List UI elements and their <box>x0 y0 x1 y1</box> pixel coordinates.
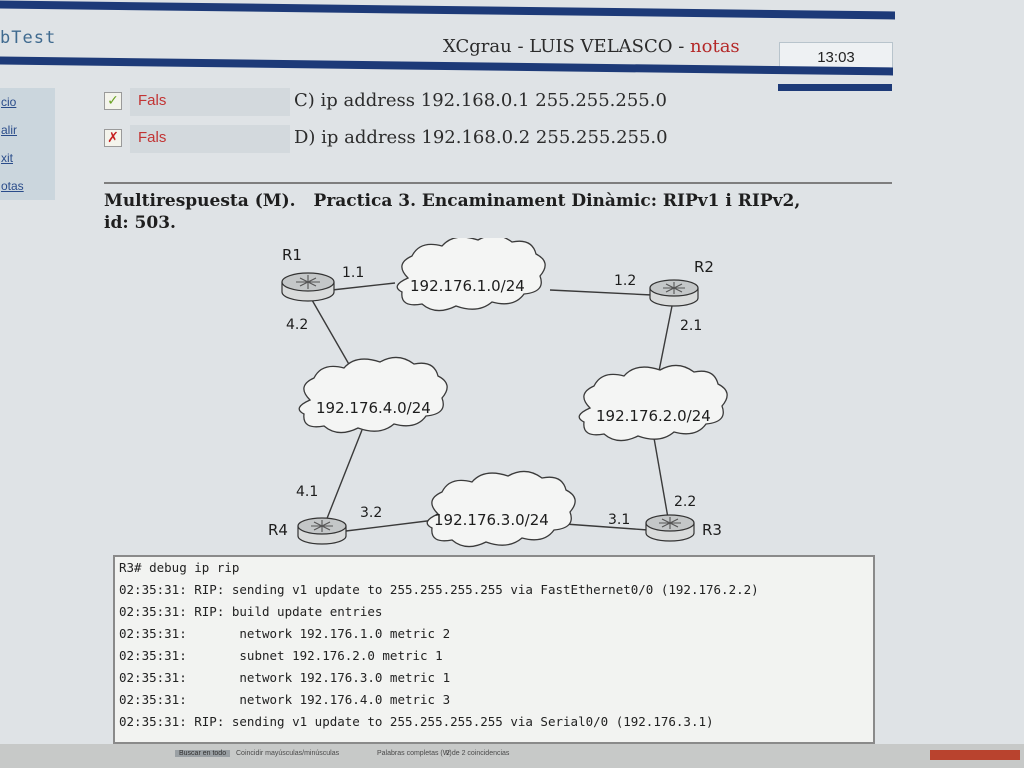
router-label-r3: R3 <box>702 521 722 539</box>
interface-label: 4.2 <box>286 317 308 333</box>
network-label-1: 192.176.1.0/24 <box>410 277 525 295</box>
router-label-r1: R1 <box>282 246 302 264</box>
interface-label: 4.1 <box>296 484 318 500</box>
sidebar-item-exit[interactable]: xit <box>0 144 55 172</box>
header-bar-bottom <box>0 56 893 76</box>
router-label-r4: R4 <box>268 521 288 539</box>
console-line: 02:35:31: RIP: sending v1 update to 255.… <box>119 714 714 729</box>
network-label-3: 192.176.3.0/24 <box>434 511 549 529</box>
tray-indicator <box>930 750 1020 760</box>
sidebar-item-inicio[interactable]: cio <box>0 88 55 116</box>
title-main: XCgrau - LUIS VELASCO - <box>443 36 691 57</box>
link-r1-n1 <box>331 282 396 291</box>
answer-status: Fals <box>130 125 290 153</box>
interface-label: 1.1 <box>342 265 364 281</box>
answer-text: D) ip address 192.168.0.2 255.255.255.0 <box>294 127 668 148</box>
question-title: Multirespuesta (M). Practica 3. Encaminam… <box>104 190 894 234</box>
router-label-r2: R2 <box>694 258 714 276</box>
link-n2-r3 <box>653 437 669 519</box>
answer-status: Fals <box>130 88 290 116</box>
find-all-button[interactable]: Buscar en todo <box>175 750 231 757</box>
interface-label: 2.1 <box>680 318 702 334</box>
interface-label: 3.2 <box>360 505 382 521</box>
console-line: 02:35:31: subnet 192.176.2.0 metric 1 <box>119 648 443 663</box>
link-r3-n3 <box>564 523 649 531</box>
cloud-network-1 <box>396 238 546 312</box>
interface-label: 1.2 <box>614 273 636 289</box>
sidebar: cio alir xit otas <box>0 88 55 200</box>
find-bar: Buscar en todo Coincidir mayúsculas/minú… <box>0 744 1024 768</box>
interface-label: 2.2 <box>674 494 696 510</box>
cross-icon[interactable]: ✗ <box>104 129 122 147</box>
network-label-4: 192.176.4.0/24 <box>316 399 431 417</box>
console-line: R3# debug ip rip <box>119 560 240 575</box>
sidebar-item-salir[interactable]: alir <box>0 116 55 144</box>
console-line: 02:35:31: RIP: build update entries <box>119 604 383 619</box>
cloud-network-2 <box>578 364 728 442</box>
console-line: 02:35:31: RIP: sending v1 update to 255.… <box>119 582 759 597</box>
cloud-network-3 <box>426 470 576 548</box>
cloud-network-4 <box>298 356 448 434</box>
debug-console: R3# debug ip rip 02:35:31: RIP: sending … <box>113 555 875 744</box>
router-icon <box>649 279 699 307</box>
sidebar-item-notas[interactable]: otas <box>0 172 55 200</box>
link-n1-r2 <box>549 289 653 296</box>
match-count: 2 de 2 coincidencias <box>446 750 510 757</box>
console-line: 02:35:31: network 192.176.4.0 metric 3 <box>119 692 451 707</box>
interface-label: 3.1 <box>608 512 630 528</box>
link-r4-n4 <box>325 429 363 522</box>
header-bar-tab <box>778 84 892 91</box>
whole-words-checkbox[interactable]: Palabras completas (W) <box>377 750 452 757</box>
network-label-2: 192.176.2.0/24 <box>596 407 711 425</box>
check-icon[interactable]: ✓ <box>104 92 122 110</box>
console-line: 02:35:31: network 192.176.3.0 metric 1 <box>119 670 451 685</box>
page-title: XCgrau - LUIS VELASCO - notas <box>443 36 740 57</box>
header-bar-top <box>0 0 895 20</box>
router-icon <box>645 514 695 542</box>
divider <box>104 182 892 184</box>
network-diagram: R1 R2 R3 R4 192.176.1.0/24 192.176.4.0/2… <box>268 238 728 548</box>
question-practice: Practica 3. Encaminament Dinàmic: RIPv1 … <box>313 191 801 211</box>
app-name: bTest <box>0 28 57 48</box>
question-id: id: 503. <box>104 213 176 233</box>
link-n3-r4 <box>345 519 436 532</box>
question-type: Multirespuesta (M). <box>104 191 296 211</box>
router-icon <box>297 517 347 545</box>
console-line: 02:35:31: network 192.176.1.0 metric 2 <box>119 626 451 641</box>
answer-text: C) ip address 192.168.0.1 255.255.255.0 <box>294 90 667 111</box>
match-case-checkbox[interactable]: Coincidir mayúsculas/minúsculas <box>236 750 339 757</box>
title-notas-link[interactable]: notas <box>690 36 740 57</box>
router-icon <box>281 272 335 302</box>
